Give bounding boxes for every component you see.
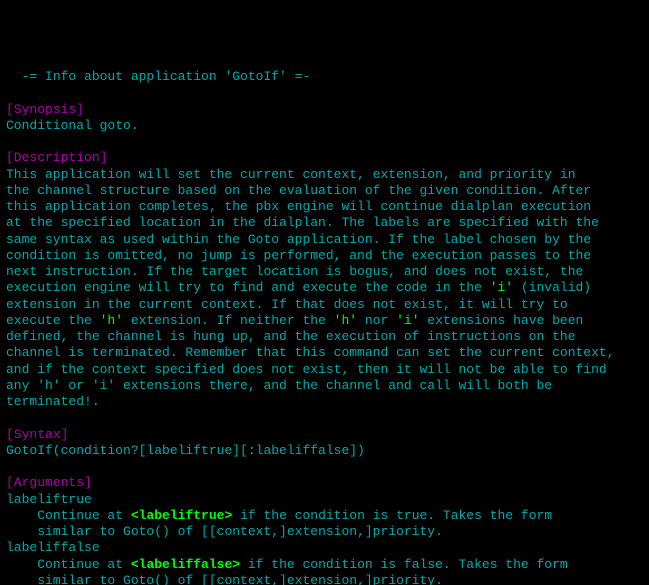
synopsis-text: Conditional goto. (6, 118, 139, 133)
h-extension-label-2: 'h' (334, 313, 357, 328)
desc-part-1d: nor (357, 313, 396, 328)
terminal-help-output: -= Info about application 'GotoIf' =- [S… (0, 65, 649, 585)
heading-syntax: [Syntax] (6, 427, 68, 442)
arg-labeliftrue-name: labeliftrue (6, 492, 92, 507)
title-line: -= Info about application 'GotoIf' =- (6, 69, 310, 84)
arg1-desc-a: Continue at (6, 508, 131, 523)
arg-labeliffalse-desc: Continue at <labeliffalse> if the condit… (6, 557, 568, 585)
arg2-desc-a: Continue at (6, 557, 131, 572)
desc-part-1c: extension. If neither the (123, 313, 334, 328)
heading-description: [Description] (6, 150, 107, 165)
heading-synopsis: [Synopsis] (6, 102, 84, 117)
arg-labeliffalse-name: labeliffalse (6, 540, 100, 555)
i-extension-label-2: 'i' (396, 313, 419, 328)
i-extension-label: 'i' (490, 280, 513, 295)
labeliffalse-placeholder: <labeliffalse> (131, 557, 240, 572)
description-text: This application will set the current co… (6, 167, 615, 410)
h-extension-label: 'h' (100, 313, 123, 328)
heading-arguments: [Arguments] (6, 475, 92, 490)
labeliftrue-placeholder: <labeliftrue> (131, 508, 232, 523)
syntax-text: GotoIf(condition?[labeliftrue][:labeliff… (6, 443, 365, 458)
desc-part-1a: This application will set the current co… (6, 167, 599, 296)
arg-labeliftrue-desc: Continue at <labeliftrue> if the conditi… (6, 508, 552, 539)
